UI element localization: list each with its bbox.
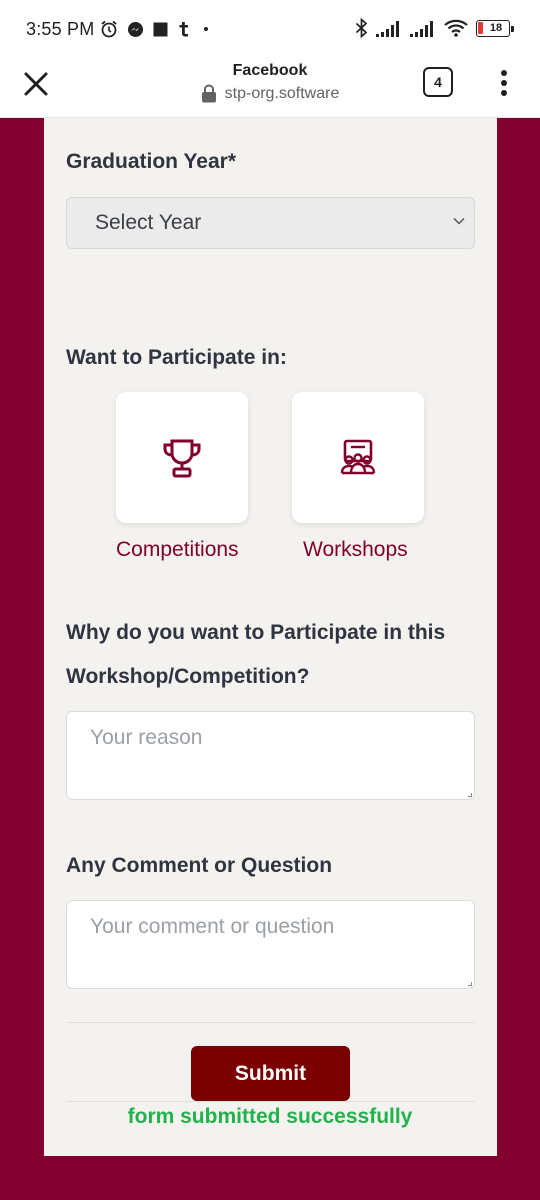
status-time: 3:55 PM: [26, 18, 95, 39]
graduation-year-label: Graduation Year*: [66, 150, 237, 173]
site-url-text: stp-org.software: [224, 84, 340, 102]
reason-placeholder: Your reason: [90, 726, 203, 749]
resize-handle[interactable]: [468, 793, 472, 797]
success-message: form submitted successfully: [127, 1105, 413, 1128]
trophy-icon: [163, 439, 201, 477]
status-system-icons: 18: [355, 18, 514, 38]
status-bar: 3:55 PM 18: [0, 0, 540, 58]
resize-handle[interactable]: [468, 982, 472, 986]
signal-icon-2: [410, 21, 433, 37]
url-block[interactable]: Facebook stp-org.software: [0, 62, 540, 108]
chevron-down-icon: [453, 217, 465, 225]
reason-label-line2: Workshop/Competition?: [66, 665, 310, 688]
status-notification-icons: [100, 20, 212, 38]
workshops-option-label[interactable]: Workshops: [303, 538, 408, 562]
graduation-year-value: Select Year: [95, 211, 202, 234]
battery-level: 18: [489, 22, 503, 34]
more-menu-button[interactable]: [494, 68, 514, 98]
signal-icon: [376, 21, 399, 37]
comment-placeholder: Your comment or question: [90, 915, 335, 938]
reason-label-line1: Why do you want to Participate in this: [66, 621, 446, 644]
competitions-option[interactable]: [116, 392, 248, 523]
site-title: Facebook: [232, 62, 308, 79]
lock-icon: [201, 84, 216, 103]
form-divider-bottom: [66, 1101, 475, 1102]
wifi-icon: [444, 19, 468, 37]
form-divider: [66, 1022, 475, 1023]
comment-label: Any Comment or Question: [66, 854, 333, 877]
menu-dot: [501, 70, 507, 76]
battery-icon: 18: [476, 19, 514, 37]
menu-dot: [501, 90, 507, 96]
bluetooth-icon: [355, 18, 368, 38]
site-url: stp-org.software: [201, 84, 340, 103]
competitions-option-label[interactable]: Competitions: [116, 538, 239, 562]
comment-textarea[interactable]: Your comment or question: [66, 900, 475, 989]
alarm-icon: [101, 20, 118, 38]
tab-switcher-button[interactable]: 4: [423, 67, 453, 97]
menu-dot: [501, 80, 507, 86]
participate-label: Want to Participate in:: [66, 346, 287, 369]
more-notifications-icon: [204, 27, 209, 31]
messenger-icon: [128, 21, 144, 37]
reason-textarea[interactable]: Your reason: [66, 711, 475, 800]
browser-toolbar: Facebook stp-org.software 4: [0, 58, 540, 118]
tumblr-icon: [179, 21, 189, 36]
square-app-icon: [153, 22, 168, 36]
tab-count: 4: [434, 74, 442, 90]
submit-button[interactable]: Submit: [191, 1046, 350, 1101]
workshop-group-icon: [340, 439, 376, 474]
graduation-year-select[interactable]: Select Year: [66, 197, 475, 249]
workshops-option[interactable]: [292, 392, 424, 523]
